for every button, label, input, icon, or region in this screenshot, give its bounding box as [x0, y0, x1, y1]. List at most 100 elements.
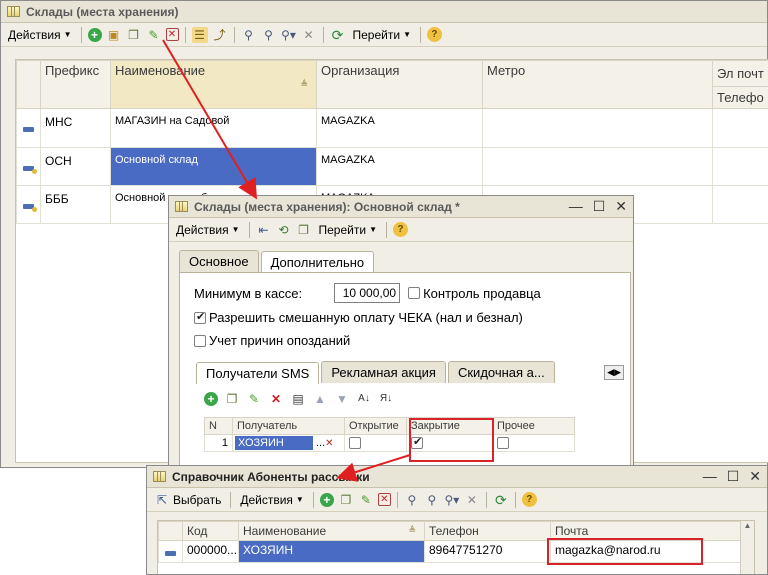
close-icon[interactable]: ✕ — [615, 198, 627, 215]
copy-icon[interactable]: ❐ — [296, 222, 312, 238]
vertical-scrollbar[interactable]: ▲ — [740, 521, 754, 574]
other-checkbox[interactable] — [497, 437, 509, 450]
edit-icon[interactable]: ✎ — [146, 27, 162, 43]
column-header-metro[interactable]: Метро — [482, 60, 713, 109]
cell-organization[interactable]: MAGAZKA — [316, 147, 483, 186]
cell-organization[interactable]: MAGAZKA — [316, 108, 483, 148]
sort-descending-icon[interactable]: Я↓ — [378, 391, 394, 407]
sort-ascending-icon[interactable]: A↓ — [356, 391, 372, 407]
copy-icon[interactable]: ❐ — [338, 492, 354, 508]
delete-icon[interactable]: ✕ — [268, 391, 284, 407]
delete-icon[interactable]: ✕ — [377, 493, 391, 506]
add-icon[interactable]: + — [87, 27, 102, 42]
goto-menu-button[interactable]: Перейти ▼ — [350, 27, 414, 43]
select-button-icon[interactable]: ... — [316, 437, 325, 449]
filter-icon[interactable]: ⚲ — [241, 27, 257, 43]
goto-menu-button[interactable]: Перейти ▼ — [316, 222, 380, 238]
tab-additional[interactable]: Дополнительно — [260, 251, 375, 273]
column-header-phone[interactable]: Телефо — [712, 86, 768, 109]
recipient-value[interactable]: ХОЗЯИН — [235, 436, 313, 450]
column-header-name[interactable]: Наименование ≜ — [238, 521, 425, 541]
edit-icon[interactable]: ✎ — [246, 391, 262, 407]
tab-main[interactable]: Основное — [179, 250, 259, 272]
cell-open[interactable] — [344, 433, 407, 453]
maximize-icon[interactable]: ☐ — [593, 198, 606, 215]
actions-menu-button[interactable]: Действия ▼ — [173, 222, 243, 238]
cell-prefix[interactable]: ОСН — [40, 147, 111, 186]
move-down-icon[interactable]: ▼ — [334, 391, 350, 407]
cell-prefix[interactable]: МНС — [40, 108, 111, 148]
refresh-icon[interactable]: ⟳ — [493, 492, 509, 508]
filter-list-icon[interactable]: ⚲▾ — [444, 492, 460, 508]
column-header-recipient[interactable]: Получатель — [232, 417, 345, 435]
delete-icon[interactable]: ✕ — [165, 28, 179, 41]
column-header-name-label: Наименование — [243, 524, 327, 538]
filter-list-icon[interactable]: ⚲▾ — [281, 27, 297, 43]
copy-icon[interactable]: ❐ — [224, 391, 240, 407]
select-button[interactable]: ⇱ Выбрать — [151, 491, 224, 509]
cell-other[interactable] — [492, 433, 575, 453]
actions-menu-button[interactable]: Действия ▼ — [5, 27, 75, 43]
cell-metro[interactable] — [482, 147, 713, 186]
refresh-icon[interactable]: ⟳ — [330, 27, 346, 43]
add-icon[interactable]: + — [319, 492, 334, 507]
cell-code[interactable]: 000000... — [182, 540, 239, 563]
cell-recipient[interactable]: ХОЗЯИН ...✕ — [232, 433, 345, 453]
save-icon[interactable]: ⟲ — [276, 222, 292, 238]
late-reasons-checkbox[interactable] — [194, 334, 206, 347]
maximize-icon[interactable]: ☐ — [727, 468, 740, 485]
copy-icon[interactable]: ❐ — [126, 27, 142, 43]
cell-prefix[interactable]: БББ — [40, 185, 111, 224]
column-header-code[interactable]: Код — [182, 521, 239, 541]
scroll-up-arrow-icon[interactable]: ▲ — [741, 521, 754, 530]
add-folder-icon[interactable]: ▣ — [106, 27, 122, 43]
filter-by-value-icon[interactable]: ⚲ — [261, 27, 277, 43]
cell-name-selected[interactable]: ХОЗЯИН — [238, 540, 425, 563]
tab-discount[interactable]: Скидочная а... — [447, 361, 555, 383]
tab-advertising[interactable]: Рекламная акция — [321, 361, 446, 383]
cell-email[interactable] — [712, 147, 768, 186]
column-header-organization[interactable]: Организация — [316, 60, 483, 109]
table-row[interactable]: МНС МАГАЗИН на Садовой MAGAZKA — [16, 108, 768, 148]
tab-sms-recipients[interactable]: Получатели SMS — [196, 362, 320, 384]
help-icon[interactable]: ? — [392, 222, 408, 237]
move-up-icon[interactable]: ▲ — [312, 391, 328, 407]
minimize-icon[interactable]: — — [703, 468, 717, 485]
column-header-prefix[interactable]: Префикс — [40, 60, 111, 109]
clear-filter-icon[interactable]: ✕ — [464, 492, 480, 508]
level-up-icon[interactable]: ⤴ — [212, 27, 228, 43]
cell-name-selected[interactable]: Основной склад — [110, 147, 317, 186]
open-checkbox[interactable] — [349, 437, 361, 450]
cell-metro[interactable] — [482, 108, 713, 148]
help-icon[interactable]: ? — [521, 492, 537, 507]
filter-by-value-icon[interactable]: ⚲ — [424, 492, 440, 508]
column-header-n[interactable]: N — [204, 417, 233, 435]
cell-email[interactable] — [712, 108, 768, 148]
save-and-close-icon[interactable]: ⇤ — [256, 222, 272, 238]
actions-menu-button[interactable]: Действия ▼ — [237, 492, 307, 508]
hierarchy-icon[interactable]: ☰ — [191, 26, 208, 43]
mixed-payment-checkbox[interactable] — [194, 310, 206, 324]
cell-email[interactable] — [712, 185, 768, 224]
column-header-other[interactable]: Прочее — [492, 417, 575, 435]
table-row[interactable]: ОСН Основной склад MAGAZKA — [16, 147, 768, 186]
seller-control-checkbox[interactable] — [408, 287, 421, 299]
min-cash-input[interactable]: 10 000,00 — [334, 283, 401, 303]
column-header-name[interactable]: Наименование ≜ — [110, 60, 317, 109]
clear-filter-icon[interactable]: ✕ — [301, 27, 317, 43]
column-header-email[interactable]: Эл почт — [712, 60, 768, 87]
subtabs-scroll-arrows[interactable]: ◀▶ — [604, 365, 624, 380]
close-icon[interactable]: ✕ — [749, 468, 761, 485]
cell-name[interactable]: МАГАЗИН на Садовой — [110, 108, 317, 148]
cell-phone[interactable]: 89647751270 — [424, 540, 551, 563]
minimize-icon[interactable]: — — [569, 198, 583, 215]
column-header-phone[interactable]: Телефон — [424, 521, 551, 541]
add-icon[interactable]: + — [204, 392, 218, 406]
end-edit-icon[interactable]: ▤ — [290, 391, 306, 407]
filter-icon[interactable]: ⚲ — [404, 492, 420, 508]
help-icon[interactable]: ? — [426, 27, 442, 42]
table-row[interactable]: 1 ХОЗЯИН ...✕ — [204, 433, 575, 453]
clear-x-icon[interactable]: ✕ — [325, 438, 333, 449]
column-header-open[interactable]: Открытие — [344, 417, 407, 435]
edit-icon[interactable]: ✎ — [358, 492, 374, 508]
